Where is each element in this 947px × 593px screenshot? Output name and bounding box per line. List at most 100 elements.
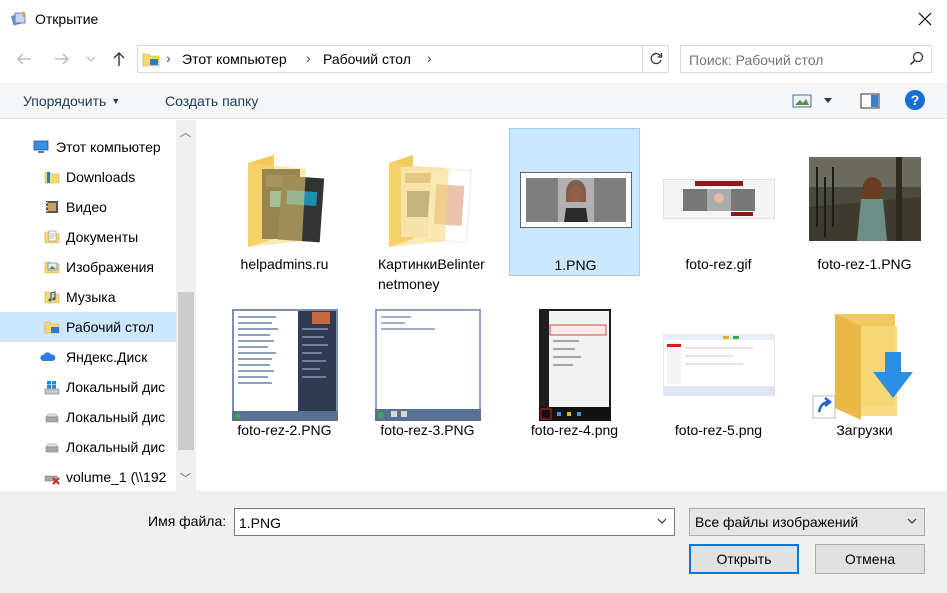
folder-icon [44,171,60,184]
recent-locations-button[interactable] [84,48,98,70]
scroll-up-icon[interactable]: ︿ [180,124,191,140]
sidebar-item-label: Локальный дис [66,409,166,425]
address-bar[interactable]: › Этот компьютер › Рабочий стол › [137,45,669,73]
file-item-image[interactable]: foto-rez-5.png [653,294,784,442]
new-folder-button[interactable]: Создать папку [165,93,258,109]
arrow-right-icon [55,53,69,65]
sidebar-item-pictures[interactable]: Изображения [0,252,176,282]
arrow-up-icon [113,52,125,66]
arrow-left-icon [17,53,31,65]
windows-drive-icon [44,381,60,395]
sidebar-item-local-disk[interactable]: Локальный дис [0,402,176,432]
search-input[interactable] [689,50,899,70]
scrollbar-thumb[interactable] [178,292,194,450]
help-icon[interactable]: ? [905,90,925,110]
filename-label: Имя файла: [148,513,227,529]
image-thumbnail [362,309,493,421]
cancel-button[interactable]: Отмена [815,544,925,574]
forward-button[interactable] [51,48,73,70]
chevron-down-icon[interactable] [655,514,669,528]
file-item-shortcut-folder[interactable]: Загрузки [799,294,930,442]
sidebar-item-downloads[interactable]: Downloads [0,162,176,192]
filename-input[interactable] [239,513,639,533]
sidebar-item-label: Музыка [66,289,116,305]
sidebar-item-label: Изображения [66,259,154,275]
close-icon [918,12,931,26]
sidebar-item-desktop[interactable]: Рабочий стол [0,312,176,342]
search-box[interactable] [680,45,932,73]
network-drive-disconnected-icon [44,475,60,485]
sidebar-item-label: Downloads [66,169,136,185]
image-icon [519,172,632,228]
image-thumbnail [219,309,350,421]
image-icon [231,309,338,421]
view-options-dropdown-icon[interactable] [823,97,833,105]
drive-icon [45,443,59,453]
downloads-folder-icon [812,314,913,420]
video-folder-icon [46,201,58,213]
desktop-folder-icon [142,53,160,67]
navigation-pane-scrollbar[interactable]: ︿ ﹀ [176,120,196,491]
preview-pane-icon[interactable] [860,93,880,109]
image-icon [538,309,611,421]
chevron-down-icon [907,518,917,524]
music-folder-icon [44,291,60,304]
breadcrumb-separator: › [306,50,311,66]
chevron-down-icon [86,56,96,62]
scroll-down-icon[interactable]: ﹀ [180,470,191,486]
close-button[interactable] [902,0,947,38]
sidebar-item-video[interactable]: Видео [0,192,176,222]
sidebar-item-label: Яндекс.Диск [66,349,148,365]
title-bar: Открытие [0,0,947,38]
organize-label: Упорядочить [23,93,107,109]
file-name: foto-rez-3.PNG [380,422,475,438]
file-item-image[interactable]: foto-rez-2.PNG [219,294,350,442]
file-item-folder[interactable]: helpadmins.ru [219,128,350,276]
sidebar-item-yandex-disk[interactable]: Яндекс.Диск [0,342,176,372]
file-item-image[interactable]: foto-rez.gif [653,128,784,276]
filetype-select[interactable]: Все файлы изображений [689,508,925,536]
image-icon [662,334,775,396]
file-item-folder[interactable]: КартинкиBelinter netmoney [362,128,493,292]
image-thumbnail [510,145,641,255]
breadcrumb-desktop[interactable]: Рабочий стол [323,51,411,67]
breadcrumb-separator: › [427,50,432,66]
breadcrumb-this-pc[interactable]: Этот компьютер [182,51,287,67]
folder-thumbnail [219,144,350,254]
file-item-image-selected[interactable]: 1.PNG [509,128,640,276]
cloud-icon [40,352,56,361]
view-mode-icon[interactable] [792,94,812,108]
sidebar-item-local-disk[interactable]: Локальный дис [0,432,176,462]
open-button[interactable]: Открыть [689,544,799,574]
filename-combobox[interactable] [234,508,675,536]
app-icon [10,11,26,26]
sidebar-item-documents[interactable]: Документы [0,222,176,252]
file-name: 1.PNG [554,257,597,273]
image-icon [374,309,481,421]
file-name: foto-rez-5.png [674,422,763,438]
image-thumbnail [509,309,640,421]
organize-button[interactable]: Упорядочить ▼ [23,93,120,109]
file-item-image[interactable]: foto-rez-4.png [509,294,640,442]
sidebar-item-music[interactable]: Музыка [0,282,176,312]
breadcrumb-separator: › [166,50,171,66]
sidebar-item-label: Локальный дис [66,439,166,455]
file-name: КартинкиBelinter netmoney [378,256,485,292]
folder-thumbnail [362,144,493,254]
pictures-folder-icon [44,261,60,274]
sidebar-item-label: Документы [66,229,139,245]
up-button[interactable] [108,48,130,70]
drive-icon [45,413,59,423]
file-item-image[interactable]: foto-rez-1.PNG [799,128,930,276]
file-name: helpadmins.ru [240,256,329,272]
back-button[interactable] [13,48,35,70]
file-name: Загрузки [836,422,893,438]
folder-thumbnail [799,310,930,420]
window-title: Открытие [35,11,99,27]
file-item-image[interactable]: foto-rez-3.PNG [362,294,493,442]
navigation-pane: Этот компьютер Downloads Видео Документы… [0,120,196,491]
refresh-button[interactable] [642,46,668,72]
sidebar-item-network-volume[interactable]: volume_1 (\\192 [0,462,176,491]
sidebar-item-this-pc[interactable]: Этот компьютер [0,132,176,162]
sidebar-item-local-disk[interactable]: Локальный дис [0,372,176,402]
